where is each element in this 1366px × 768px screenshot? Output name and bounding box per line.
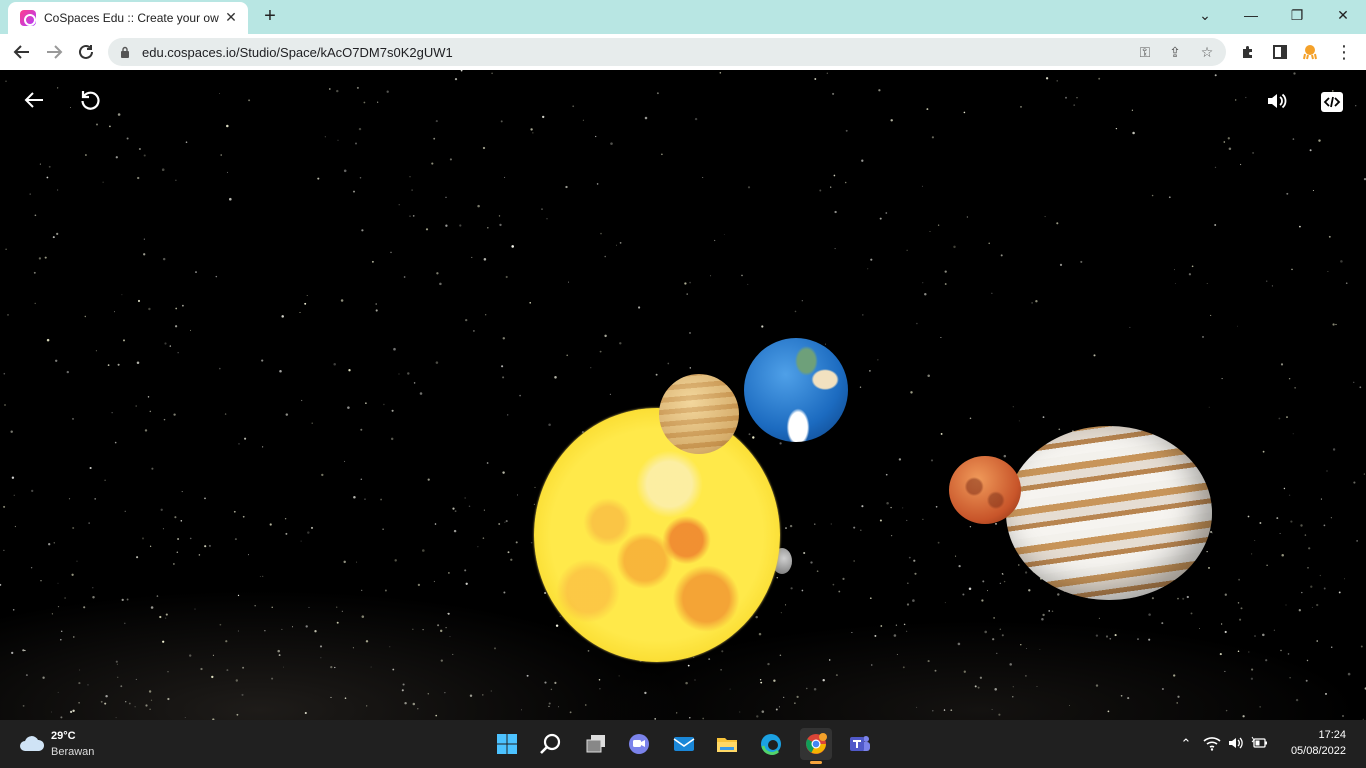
mars-object[interactable]	[949, 456, 1021, 524]
search-icon[interactable]	[535, 728, 567, 760]
wifi-icon[interactable]	[1202, 734, 1222, 754]
jupiter-object[interactable]	[1006, 426, 1212, 600]
windows-taskbar: 29°C Berawan ⌃ 17:24 05/08/2022	[0, 720, 1366, 768]
chevron-up-icon[interactable]: ⌃	[1176, 734, 1196, 754]
bookmark-star-icon[interactable]: ☆	[1196, 42, 1218, 62]
battery-charging-icon[interactable]	[1250, 734, 1270, 754]
side-panel-icon[interactable]	[1266, 38, 1294, 66]
minimize-button[interactable]: —	[1228, 0, 1274, 30]
browser-tab-strip: CoSpaces Edu :: Create your own ✕ + ⌄ — …	[0, 0, 1366, 34]
back-button[interactable]	[8, 38, 36, 66]
back-arrow-icon[interactable]	[18, 88, 50, 120]
browser-tab[interactable]: CoSpaces Edu :: Create your own ✕	[8, 2, 248, 34]
forward-button[interactable]	[40, 38, 68, 66]
clock-date[interactable]: 05/08/2022	[1291, 745, 1346, 757]
speaker-icon[interactable]	[1226, 734, 1246, 754]
close-window-button[interactable]: ✕	[1320, 0, 1366, 30]
reload-button[interactable]	[72, 38, 100, 66]
key-icon[interactable]: ⚿	[1134, 42, 1156, 62]
venus-object[interactable]	[659, 374, 739, 454]
chrome-browser-icon[interactable]	[800, 728, 832, 764]
edge-browser-icon[interactable]	[755, 728, 787, 760]
address-bar[interactable]: edu.cospaces.io/Studio/Space/kAcO7DM7s0K…	[108, 38, 1226, 66]
teams-chat-icon[interactable]	[623, 728, 655, 760]
cloud-weather-icon[interactable]	[18, 733, 46, 753]
tab-search-chevron-icon[interactable]: ⌄	[1182, 0, 1228, 30]
volume-icon[interactable]	[1260, 90, 1292, 122]
share-icon[interactable]: ⇪	[1164, 42, 1186, 62]
clock-time[interactable]: 17:24	[1318, 729, 1346, 741]
code-embed-icon[interactable]	[1316, 90, 1348, 122]
task-view-icon[interactable]	[580, 728, 612, 760]
chrome-menu-icon[interactable]: ⋮	[1330, 38, 1358, 66]
weather-description[interactable]: Berawan	[51, 746, 94, 758]
extension-octopus-icon[interactable]	[1296, 38, 1324, 66]
tab-close-icon[interactable]: ✕	[222, 8, 240, 26]
mail-icon[interactable]	[668, 728, 700, 760]
cospaces-favicon-icon	[20, 10, 36, 26]
active-indicator	[810, 761, 822, 764]
start-button[interactable]	[491, 728, 523, 760]
new-tab-button[interactable]: +	[258, 5, 282, 29]
file-explorer-icon[interactable]	[711, 728, 743, 760]
browser-toolbar: edu.cospaces.io/Studio/Space/kAcO7DM7s0K…	[0, 34, 1366, 70]
sun-object[interactable]	[534, 408, 780, 662]
extensions-puzzle-icon[interactable]	[1234, 38, 1262, 66]
teams-icon[interactable]	[844, 728, 876, 760]
url-text: edu.cospaces.io/Studio/Space/kAcO7DM7s0K…	[142, 45, 453, 60]
cospaces-scene-viewport[interactable]	[0, 70, 1366, 720]
tab-title: CoSpaces Edu :: Create your own	[44, 11, 219, 25]
restart-icon[interactable]	[74, 88, 106, 120]
weather-temperature[interactable]: 29°C	[51, 730, 76, 742]
restore-button[interactable]: ❐	[1274, 0, 1320, 30]
lock-icon	[121, 46, 129, 58]
earth-object[interactable]	[744, 338, 848, 442]
